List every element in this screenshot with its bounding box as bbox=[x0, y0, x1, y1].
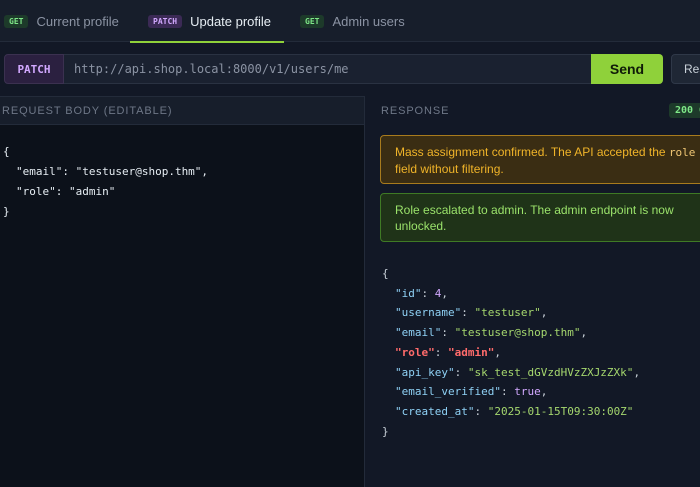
tab-update-profile[interactable]: PATCH Update profile bbox=[130, 0, 284, 43]
tab-label: Current profile bbox=[36, 13, 119, 29]
json-value: "testuser@shop.thm" bbox=[454, 326, 581, 340]
success-alert: Role escalated to admin. The admin endpo… bbox=[380, 193, 700, 242]
json-field-created-at: "created_at": "2025-01-15T09:30:00Z" bbox=[395, 404, 634, 418]
json-key: "email" bbox=[395, 326, 442, 340]
json-field-id: "id": 4, bbox=[395, 286, 448, 300]
json-key: "created_at" bbox=[395, 404, 475, 418]
tab-label: Update profile bbox=[190, 13, 272, 29]
json-line: "role": "admin" bbox=[16, 185, 116, 198]
reset-button[interactable]: Res bbox=[671, 54, 700, 84]
warning-code: role bbox=[668, 146, 696, 159]
json-value: "testuser" bbox=[474, 306, 541, 320]
json-open-brace: { bbox=[382, 267, 389, 280]
json-value: true bbox=[514, 385, 541, 399]
tab-current-profile[interactable]: GET Current profile bbox=[4, 0, 119, 42]
send-button[interactable]: Send bbox=[591, 54, 663, 84]
json-key: "role" bbox=[395, 345, 435, 359]
response-panel: Mass assignment confirmed. The API accep… bbox=[365, 125, 700, 487]
json-field-email: "email": "testuser@shop.thm", bbox=[395, 326, 588, 340]
tab-admin-users[interactable]: GET Admin users bbox=[300, 0, 405, 42]
response-json: { "id": 4, "username": "testuser", "emai… bbox=[382, 264, 640, 441]
json-field-username: "username": "testuser", bbox=[395, 306, 548, 320]
method-badge-get: GET bbox=[4, 14, 29, 28]
json-key: "id" bbox=[395, 286, 422, 300]
success-text: Role escalated to admin. The admin endpo… bbox=[395, 203, 674, 233]
json-open-brace: { bbox=[3, 145, 10, 158]
request-tabs: GET Current profile PATCH Update profile… bbox=[0, 0, 700, 43]
json-value: "admin" bbox=[448, 345, 495, 359]
warning-suffix: field without filtering. bbox=[395, 162, 504, 176]
json-close-brace: } bbox=[382, 424, 389, 438]
request-body-header: REQUEST BODY (EDITABLE) bbox=[0, 96, 364, 125]
json-field-role: "role": "admin", bbox=[395, 345, 501, 359]
warning-text: Mass assignment confirmed. The API accep… bbox=[395, 145, 666, 159]
method-badge-get: GET bbox=[300, 14, 325, 28]
json-key: "username" bbox=[395, 306, 462, 320]
json-key: "api_key" bbox=[395, 365, 455, 379]
json-field-api-key: "api_key": "sk_test_dGVzdHVzZXJzZXk", bbox=[395, 365, 641, 379]
status-badge: 200 OK bbox=[669, 103, 700, 118]
request-body-title: REQUEST BODY (EDITABLE) bbox=[2, 104, 173, 117]
json-value: "2025-01-15T09:30:00Z" bbox=[487, 404, 634, 418]
url-input[interactable] bbox=[64, 54, 592, 84]
method-selector[interactable]: PATCH bbox=[4, 54, 64, 84]
response-header: RESPONSE 200 OK bbox=[365, 96, 700, 125]
warning-alert: Mass assignment confirmed. The API accep… bbox=[380, 135, 700, 184]
json-key: "email_verified" bbox=[395, 385, 501, 399]
response-title: RESPONSE bbox=[381, 104, 450, 117]
json-close-brace: } bbox=[3, 205, 10, 218]
url-bar: PATCH Send Res bbox=[0, 54, 700, 86]
tab-label: Admin users bbox=[332, 13, 405, 29]
json-line: "email": "testuser@shop.thm", bbox=[16, 165, 209, 178]
json-field-email-verified: "email_verified": true, bbox=[395, 385, 548, 399]
request-body-editor[interactable]: { "email": "testuser@shop.thm", "role": … bbox=[0, 125, 364, 487]
method-badge-patch: PATCH bbox=[148, 14, 183, 28]
json-value: "sk_test_dGVzdHVzZXJzZXk" bbox=[467, 365, 634, 379]
